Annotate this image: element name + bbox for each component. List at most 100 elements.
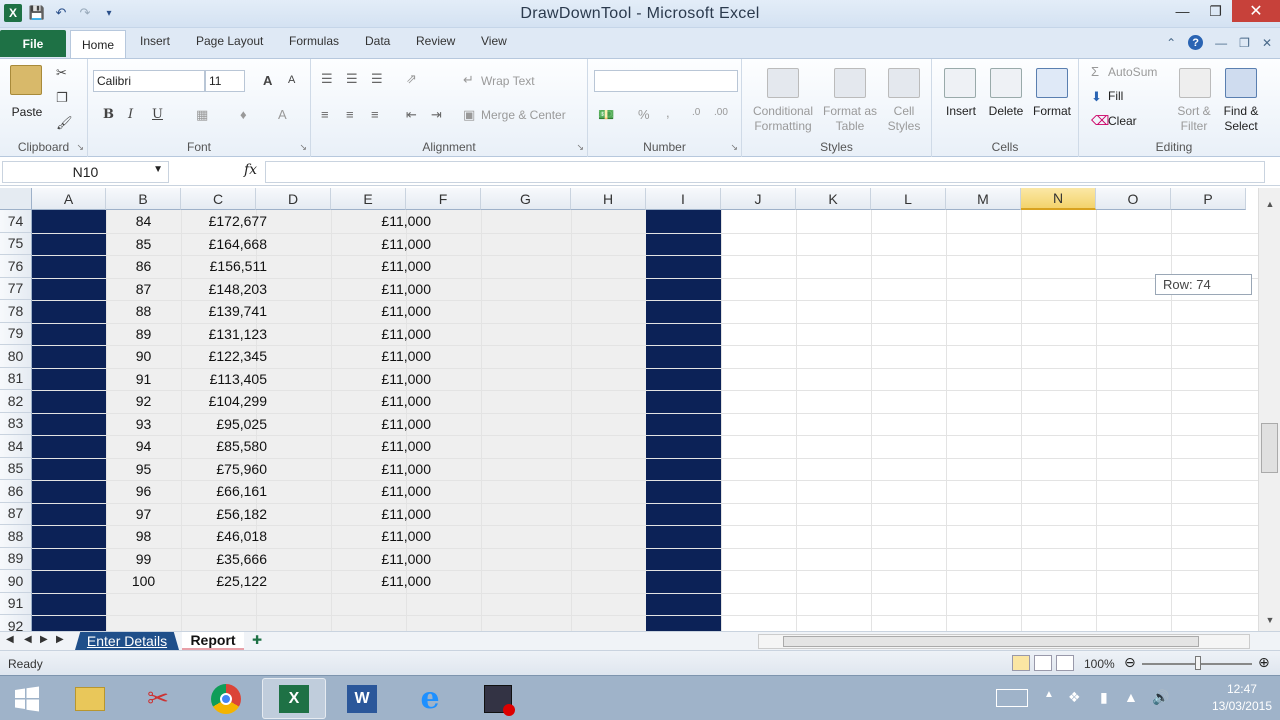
row-header[interactable]: 82 [0, 390, 32, 413]
cell-year[interactable] [106, 593, 181, 615]
cell-balance[interactable]: £75,960 [181, 458, 267, 480]
internet-explorer-icon[interactable]: e [398, 678, 462, 719]
cell-drawdown[interactable]: £11,000 [331, 458, 431, 480]
column-header-j[interactable]: J [721, 188, 796, 210]
row-header[interactable]: 81 [0, 367, 32, 390]
formula-input[interactable] [265, 161, 1265, 183]
orientation-icon[interactable]: ⇗ [406, 71, 417, 87]
clock[interactable]: 12:47 13/03/2015 [1212, 681, 1272, 715]
scroll-down-icon[interactable]: ▼ [1261, 612, 1279, 628]
clear-icon[interactable]: ⌫ [1091, 113, 1109, 129]
sort-filter-icon[interactable] [1179, 68, 1211, 98]
cell-year[interactable]: 100 [106, 570, 181, 592]
select-all-corner[interactable] [0, 188, 32, 210]
row-header[interactable]: 77 [0, 277, 32, 300]
cell-balance[interactable]: £164,668 [181, 233, 267, 255]
zoom-out-icon[interactable]: ⊖ [1124, 654, 1136, 671]
zoom-level[interactable]: 100% [1084, 657, 1115, 671]
increase-decimal-icon[interactable]: .0 [692, 107, 700, 118]
paste-icon[interactable] [10, 65, 42, 95]
row-header[interactable]: 76 [0, 255, 32, 278]
fill-button[interactable]: Fill [1108, 89, 1123, 104]
column-header-k[interactable]: K [796, 188, 871, 210]
page-layout-view-icon[interactable] [1034, 655, 1052, 671]
vertical-scrollbar[interactable]: ▲ ▼ [1258, 188, 1280, 631]
delete-button[interactable]: Delete [982, 104, 1030, 119]
copy-icon[interactable]: ❐ [56, 90, 68, 106]
increase-indent-icon[interactable]: ⇥ [431, 107, 442, 123]
cell-year[interactable]: 99 [106, 548, 181, 570]
number-launcher-icon[interactable]: ↘ [730, 142, 738, 153]
cell-balance[interactable]: £85,580 [181, 435, 267, 457]
cell-drawdown[interactable]: £11,000 [331, 255, 431, 277]
row-header[interactable]: 78 [0, 300, 32, 323]
cell-drawdown[interactable]: £11,000 [331, 480, 431, 502]
insert-function-icon[interactable]: fx [244, 162, 257, 178]
column-header-m[interactable]: M [946, 188, 1021, 210]
number-format-select[interactable] [594, 70, 738, 92]
column-header-o[interactable]: O [1096, 188, 1171, 210]
underline-button[interactable]: U [152, 107, 163, 122]
row-header[interactable]: 80 [0, 345, 32, 368]
format-as-table-icon[interactable] [834, 68, 866, 98]
insert-sheet-icon[interactable]: ✚ [252, 633, 262, 647]
restore-button[interactable]: ❐ [1199, 0, 1232, 22]
comma-button[interactable]: , [666, 105, 670, 120]
clear-button[interactable]: Clear [1108, 114, 1137, 129]
find-select-button[interactable]: Find & Select [1217, 104, 1265, 134]
align-center-icon[interactable]: ≡ [346, 107, 354, 122]
tab-home[interactable]: Home [70, 30, 126, 59]
next-sheet-icon[interactable]: ▶ [40, 634, 48, 645]
zoom-slider-knob[interactable] [1195, 656, 1201, 670]
format-button[interactable]: Format [1028, 104, 1076, 119]
horizontal-scrollbar[interactable] [758, 634, 1250, 649]
cell-drawdown[interactable] [331, 593, 431, 615]
cell-balance[interactable]: £95,025 [181, 413, 267, 435]
excel-taskbar-icon[interactable]: X [262, 678, 326, 719]
column-header-g[interactable]: G [481, 188, 571, 210]
delete-cells-icon[interactable] [990, 68, 1022, 98]
first-sheet-icon[interactable]: ◀ [6, 634, 14, 645]
paste-button-label[interactable]: Paste [6, 105, 48, 120]
cell-drawdown[interactable]: £11,000 [331, 525, 431, 547]
horizontal-scroll-thumb[interactable] [783, 636, 1199, 647]
row-header[interactable]: 83 [0, 412, 32, 435]
clipboard-launcher-icon[interactable]: ↘ [76, 142, 84, 153]
keyboard-icon[interactable] [996, 689, 1028, 707]
cell-drawdown[interactable]: £11,000 [331, 368, 431, 390]
cell-balance[interactable] [181, 615, 267, 631]
cell-styles-icon[interactable] [888, 68, 920, 98]
row-header[interactable]: 92 [0, 615, 32, 631]
battery-icon[interactable]: ▮ [1100, 689, 1108, 706]
normal-view-icon[interactable] [1012, 655, 1030, 671]
insert-button[interactable]: Insert [936, 104, 986, 119]
conditional-formatting-icon[interactable] [767, 68, 799, 98]
cell-drawdown[interactable]: £11,000 [331, 300, 431, 322]
column-header-d[interactable]: D [256, 188, 331, 210]
top-align-icon[interactable]: ☰ [321, 71, 333, 87]
tab-review[interactable]: Review [416, 34, 455, 48]
cell-styles-button[interactable]: Cell Styles [882, 104, 926, 134]
cell-drawdown[interactable]: £11,000 [331, 413, 431, 435]
cell-year[interactable]: 91 [106, 368, 181, 390]
cell-year[interactable]: 92 [106, 390, 181, 412]
tab-file[interactable]: File [0, 30, 66, 57]
tab-data[interactable]: Data [365, 34, 390, 48]
minimize-ribbon-icon[interactable]: ⌃ [1166, 36, 1176, 50]
format-cells-icon[interactable] [1036, 68, 1068, 98]
cell-drawdown[interactable]: £11,000 [331, 435, 431, 457]
page-break-view-icon[interactable] [1056, 655, 1074, 671]
chrome-icon[interactable] [194, 678, 258, 719]
column-header-e[interactable]: E [331, 188, 406, 210]
column-header-h[interactable]: H [571, 188, 646, 210]
cell-year[interactable]: 84 [106, 210, 181, 232]
cell-balance[interactable]: £172,677 [181, 210, 267, 232]
zoom-in-icon[interactable]: ⊕ [1258, 654, 1270, 671]
scroll-up-icon[interactable]: ▲ [1261, 196, 1279, 212]
wrap-text-icon[interactable]: ↵ [463, 72, 474, 88]
cell-balance[interactable]: £113,405 [181, 368, 267, 390]
autosum-button[interactable]: AutoSum [1108, 65, 1157, 80]
decrease-indent-icon[interactable]: ⇤ [406, 107, 417, 123]
cell-balance[interactable]: £122,345 [181, 345, 267, 367]
column-header-i[interactable]: I [646, 188, 721, 210]
